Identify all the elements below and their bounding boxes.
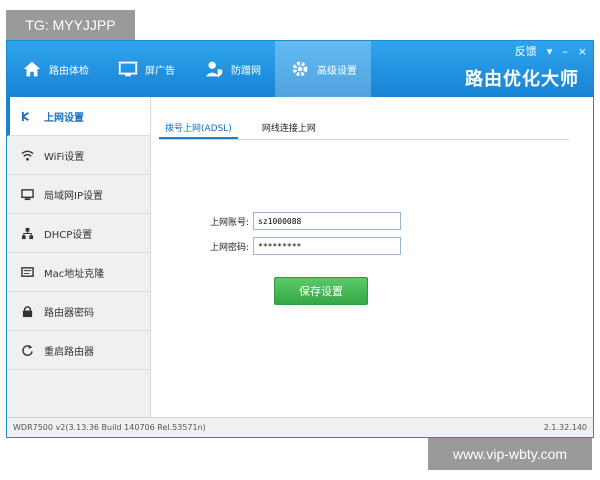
sidebar-item-label: 上网设置: [44, 112, 84, 124]
brand-title: 路由优化大师: [465, 69, 579, 90]
wifi-icon: [21, 150, 34, 161]
sidebar-item-wifi[interactable]: WiFi设置: [7, 136, 150, 175]
firmware-version: WDR7500 v2(3.13.36 Build 140706 Rel.5357…: [13, 423, 206, 432]
save-button[interactable]: 保存设置: [274, 277, 368, 305]
app-version: 2.1.32.140: [543, 423, 587, 432]
sidebar-item-router-password[interactable]: 路由器密码: [7, 292, 150, 331]
sidebar-item-label: WiFi设置: [44, 151, 85, 163]
minimize-icon[interactable]: –: [562, 45, 568, 58]
sidebar-item-internet[interactable]: 上网设置: [7, 97, 150, 136]
sidebar-item-label: 局域网IP设置: [44, 190, 103, 202]
home-icon: [23, 61, 41, 77]
watermark-top: TG: MYYJJPP: [6, 10, 135, 40]
top-bar: 路由体检 屏广告 防蹭网 高级设置 反馈 ▾ – × 路由优化大师: [7, 41, 593, 97]
sidebar-item-lan-ip[interactable]: 局域网IP设置: [7, 175, 150, 214]
lan-icon: [21, 188, 34, 200]
window-controls: 反馈 ▾ – ×: [515, 43, 587, 59]
network-icon: [21, 111, 29, 121]
nav-item-label: 防蹭网: [231, 65, 261, 77]
restart-icon: [22, 344, 33, 356]
sidebar-item-restart[interactable]: 重启路由器: [7, 331, 150, 370]
lock-icon: [22, 305, 33, 317]
feedback-link[interactable]: 反馈: [515, 43, 537, 59]
password-input[interactable]: [253, 237, 401, 255]
monitor-icon: [118, 61, 138, 77]
nav-item-label: 高级设置: [317, 65, 357, 77]
nav-item-advanced[interactable]: 高级设置: [275, 41, 371, 97]
nav-item-anti-leech[interactable]: 防蹭网: [189, 41, 275, 97]
password-label: 上网密码:: [209, 242, 249, 253]
tab-adsl[interactable]: 拨号上网(ADSL): [159, 119, 238, 139]
sidebar-item-dhcp[interactable]: DHCP设置: [7, 214, 150, 253]
gear-icon: [292, 61, 308, 77]
nav-item-label: 屏广告: [145, 65, 175, 77]
sidebar: 上网设置 WiFi设置 局域网IP设置 DHCP设置 Mac地址克隆 路由器密码…: [7, 97, 151, 417]
account-row: 上网账号:: [207, 212, 401, 230]
nav-item-label: 路由体检: [49, 65, 89, 77]
close-icon[interactable]: ×: [578, 45, 587, 58]
sidebar-item-label: 重启路由器: [44, 346, 94, 358]
tab-cable[interactable]: 网线连接上网: [256, 119, 322, 139]
main-nav: 路由体检 屏广告 防蹭网 高级设置: [7, 41, 371, 97]
sidebar-item-mac-clone[interactable]: Mac地址克隆: [7, 253, 150, 292]
sidebar-item-label: Mac地址克隆: [44, 268, 105, 280]
account-input[interactable]: [253, 212, 401, 230]
nav-item-checkup[interactable]: 路由体检: [7, 41, 103, 97]
user-shield-icon: [205, 61, 223, 78]
dhcp-icon: [21, 227, 34, 239]
tab-bar: 拨号上网(ADSL) 网线连接上网: [159, 119, 569, 140]
content-panel: 拨号上网(ADSL) 网线连接上网 上网账号: 上网密码: 保存设置: [151, 97, 593, 417]
status-bar: WDR7500 v2(3.13.36 Build 140706 Rel.5357…: [7, 417, 593, 437]
password-row: 上网密码:: [207, 237, 401, 255]
nav-item-ads[interactable]: 屏广告: [103, 41, 189, 97]
mac-icon: [21, 266, 34, 277]
account-label: 上网账号:: [209, 217, 249, 228]
watermark-bottom: www.vip-wbty.com: [428, 438, 592, 470]
sidebar-item-label: DHCP设置: [44, 229, 93, 241]
app-window: 路由体检 屏广告 防蹭网 高级设置 反馈 ▾ – × 路由优化大师 上网设置 W…: [6, 40, 594, 438]
sidebar-item-label: 路由器密码: [44, 307, 94, 319]
dropdown-icon[interactable]: ▾: [547, 45, 553, 58]
